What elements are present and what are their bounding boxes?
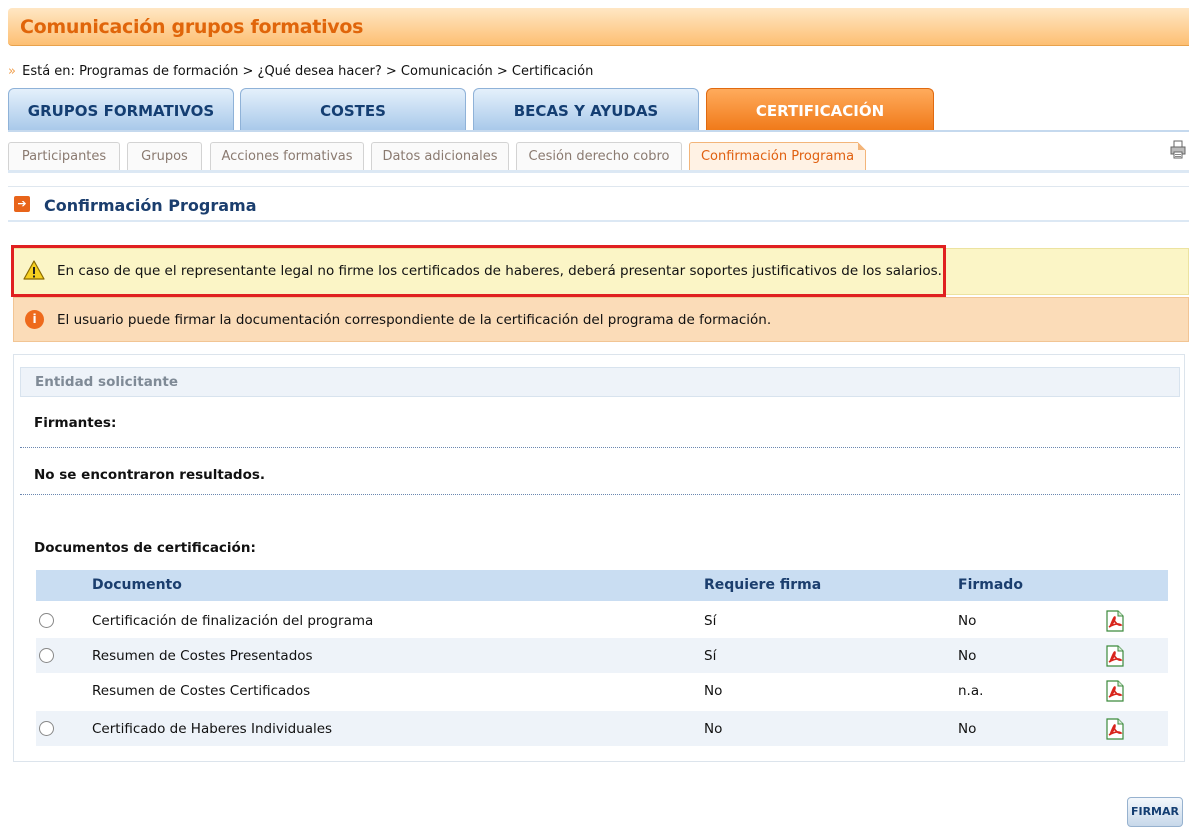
divider (20, 447, 1180, 448)
tab-divider (8, 130, 1189, 132)
info-icon: i (25, 310, 44, 329)
table-row: Resumen de Costes Presentados Sí No (36, 638, 1168, 673)
no-results-text: No se encontraron resultados. (34, 467, 266, 483)
pdf-icon[interactable] (1105, 645, 1125, 667)
row-select-radio[interactable] (39, 613, 54, 628)
subtab-acciones-formativas[interactable]: Acciones formativas (210, 142, 364, 170)
breadcrumb-arrow-icon: » (8, 64, 16, 79)
tab-grupos-formativos[interactable]: GRUPOS FORMATIVOS (8, 88, 234, 130)
subtab-grupos[interactable]: Grupos (127, 142, 202, 170)
table-header: Documento Requiere firma Firmado (36, 570, 1168, 601)
table-row: Certificado de Haberes Individuales No N… (36, 711, 1168, 746)
requires-signature-value: Sí (704, 648, 717, 664)
warning-highlight-frame (11, 245, 946, 297)
column-header-signed: Firmado (958, 577, 1023, 593)
page-header: Comunicación grupos formativos (8, 8, 1189, 46)
pdf-icon[interactable] (1105, 680, 1125, 702)
subtab-divider (8, 170, 1189, 173)
column-header-requires-signature: Requiere firma (704, 577, 822, 593)
arrow-right-icon: ➔ (14, 196, 30, 212)
row-select-radio[interactable] (39, 721, 54, 736)
document-name: Resumen de Costes Presentados (92, 648, 313, 664)
subtab-cesion-derecho-cobro[interactable]: Cesión derecho cobro (516, 142, 682, 170)
signed-value: No (958, 721, 977, 737)
column-header-document: Documento (92, 577, 182, 593)
tab-costes[interactable]: COSTES (240, 88, 466, 130)
pdf-icon[interactable] (1105, 718, 1125, 740)
breadcrumb-prefix: Está en: (22, 64, 75, 79)
info-text: El usuario puede firmar la documentación… (57, 312, 772, 328)
row-select-radio[interactable] (39, 648, 54, 663)
subtab-participantes[interactable]: Participantes (8, 142, 120, 170)
entity-panel: Entidad solicitante Firmantes: No se enc… (13, 354, 1185, 762)
breadcrumb: » Está en: Programas de formación > ¿Qué… (8, 64, 593, 79)
document-name: Certificado de Haberes Individuales (92, 721, 333, 737)
firmar-button[interactable]: FIRMAR (1127, 797, 1183, 827)
table-row: Resumen de Costes Certificados No n.a. (36, 673, 1168, 708)
section-header: ➔ Confirmación Programa (8, 186, 1189, 222)
section-title: Confirmación Programa (44, 196, 257, 215)
printer-icon[interactable] (1170, 140, 1186, 160)
entity-title: Entidad solicitante (35, 374, 179, 390)
signed-value: n.a. (958, 683, 984, 699)
requires-signature-value: No (704, 721, 723, 737)
signed-value: No (958, 648, 977, 664)
table-row: Certificación de finalización del progra… (36, 603, 1168, 638)
subtab-confirmacion-programa[interactable]: Confirmación Programa (689, 142, 866, 170)
page-title: Comunicación grupos formativos (20, 16, 364, 38)
pdf-icon[interactable] (1105, 610, 1125, 632)
breadcrumb-path: Programas de formación > ¿Qué desea hace… (79, 64, 594, 79)
requires-signature-value: Sí (704, 613, 717, 629)
requires-signature-value: No (704, 683, 723, 699)
signed-value: No (958, 613, 977, 629)
signers-label: Firmantes: (34, 415, 117, 431)
tab-certificacion[interactable]: CERTIFICACIÓN (706, 88, 934, 130)
docs-label: Documentos de certificación: (34, 540, 256, 556)
document-name: Resumen de Costes Certificados (92, 683, 311, 699)
divider (20, 494, 1180, 495)
entity-header: Entidad solicitante (20, 367, 1180, 397)
document-name: Certificación de finalización del progra… (92, 613, 374, 629)
subtab-datos-adicionales[interactable]: Datos adicionales (371, 142, 509, 170)
info-message: i El usuario puede firmar la documentaci… (13, 297, 1189, 342)
tab-becas-y-ayudas[interactable]: BECAS Y AYUDAS (473, 88, 699, 130)
